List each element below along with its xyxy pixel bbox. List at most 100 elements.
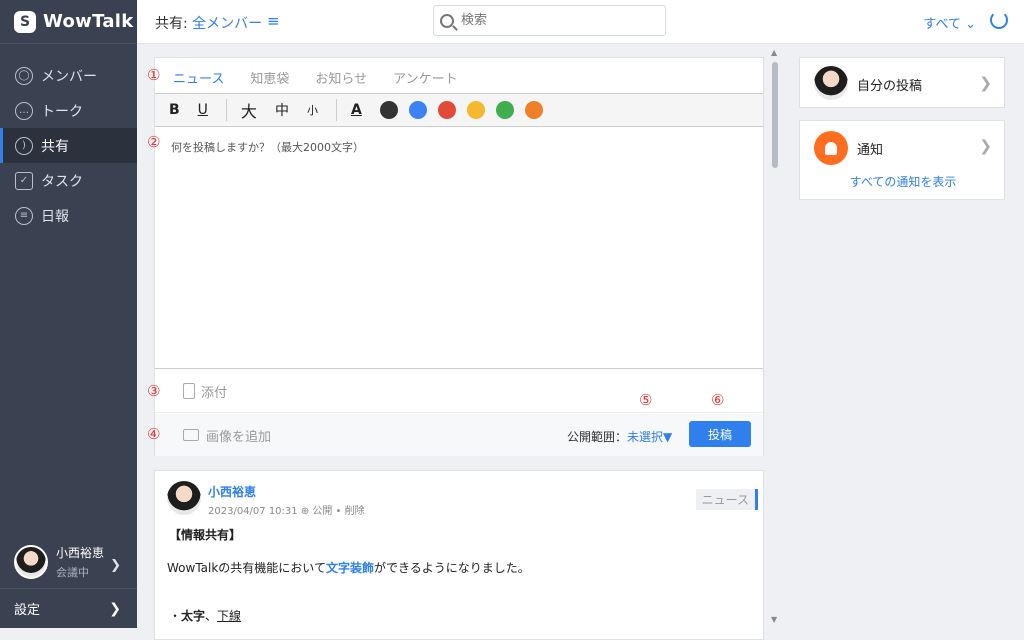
search-icon [440, 13, 454, 28]
marker-4: ④ [147, 425, 161, 443]
underline-button[interactable]: U [198, 102, 208, 118]
editor-placeholder: 何を投稿しますか？（最大2000文字） [171, 141, 364, 154]
feed-icon: ) [15, 136, 33, 155]
sidebar-item-label: トーク [41, 103, 83, 120]
my-posts-card[interactable]: 自分の投稿 ❯ [799, 57, 1005, 108]
text-color-button[interactable]: A [351, 102, 362, 118]
all-notifications-link[interactable]: すべての通知を表示 [800, 173, 1006, 190]
toolbar-divider [225, 99, 227, 121]
my-posts-label: 自分の投稿 [857, 79, 923, 94]
tab-announcement[interactable]: お知らせ [315, 68, 367, 87]
post-text-editor[interactable]: ② 何を投稿しますか？（最大2000文字） [147, 127, 763, 369]
file-icon [183, 383, 195, 399]
scroll-thumb[interactable] [772, 62, 778, 168]
topbar: 共有: 全メンバー ≡ すべて ⌄ [137, 0, 1024, 44]
share-scope-label: 共有: [155, 16, 188, 32]
avatar[interactable] [167, 481, 201, 515]
post-list-item: ・太字、下線 [169, 607, 241, 624]
underline-sample: 下線 [217, 609, 242, 623]
sidebar-item-talk[interactable]: … トーク [0, 93, 137, 128]
search-box[interactable] [433, 5, 666, 36]
attach-label: 添付 [201, 385, 228, 401]
app-name: WowTalk [43, 11, 134, 32]
post-body-text: WowTalkの共有機能において [167, 561, 326, 575]
settings-label: 設定 [14, 603, 41, 618]
bell-icon [814, 131, 848, 165]
chevron-right-icon[interactable]: ❯ [979, 137, 992, 155]
color-orange[interactable] [524, 101, 543, 119]
scroll-up-arrow[interactable]: ▲ [771, 48, 777, 57]
share-scope[interactable]: 共有: 全メンバー [155, 13, 262, 33]
marker-5: ⑤ [639, 391, 653, 409]
color-yellow[interactable] [466, 101, 485, 119]
marker-2: ② [147, 133, 161, 151]
chevron-down-icon: ⌄ [965, 17, 976, 32]
sidebar-item-label: タスク [41, 173, 83, 190]
post-author[interactable]: 小西裕恵 [208, 483, 256, 500]
sidebar-item-label: 日報 [41, 208, 69, 225]
settings-button[interactable]: 設定 ❯ [0, 588, 137, 628]
post-body-text: ができるようになりました。 [373, 561, 530, 575]
add-image-button[interactable]: 画像を追加 [206, 426, 271, 445]
marker-6: ⑥ [711, 391, 725, 409]
bold-button[interactable]: B [169, 102, 180, 118]
color-green[interactable] [495, 101, 514, 119]
marker-1: ① [147, 66, 161, 84]
image-icon[interactable] [183, 429, 199, 441]
color-blue[interactable] [408, 101, 427, 119]
share-scope-value[interactable]: 全メンバー [192, 16, 262, 32]
visibility-value[interactable]: 未選択▼ [627, 430, 672, 444]
filter-icon[interactable]: ≡ [267, 13, 285, 29]
wowtalk-logo-icon: S [14, 10, 36, 33]
sidebar: S WowTalk ◯ メンバー … トーク ) 共有 ✓ タスク ≡ 日報 小… [0, 0, 137, 628]
post-composer: ① ニュース 知恵袋 お知らせ アンケート B U 大 中 小 A ② 何を投稿… [147, 57, 764, 456]
post-category-badge: ニュース [695, 489, 758, 510]
sidebar-item-task[interactable]: ✓ タスク [0, 163, 137, 198]
refresh-icon[interactable] [990, 11, 1008, 29]
list-separator: 、 [205, 609, 218, 623]
current-user[interactable]: 小西裕恵 会議中 ❯ [0, 536, 137, 588]
clipboard-icon: ✓ [15, 171, 33, 190]
post-type-tabs: ニュース 知恵袋 お知らせ アンケート [173, 68, 458, 87]
post-heading: 【情報共有】 [169, 528, 242, 542]
post-button[interactable]: 投稿 [689, 421, 751, 447]
visibility-selector[interactable]: 公開範囲：未選択▼ [567, 428, 672, 445]
tab-survey[interactable]: アンケート [393, 68, 457, 87]
post-meta: 2023/04/07 10:31 ⊕ 公開 • 削除 [208, 506, 365, 517]
notifications-label[interactable]: 通知 [857, 139, 883, 158]
sidebar-item-report[interactable]: ≡ 日報 [0, 198, 137, 233]
post-body: WowTalkの共有機能において文字装飾ができるようになりました。 [167, 559, 530, 576]
sidebar-item-label: 共有 [41, 138, 69, 155]
scroll-down-arrow[interactable]: ▼ [771, 615, 777, 624]
app-logo[interactable]: S WowTalk [0, 0, 137, 44]
feed-filter-dropdown[interactable]: すべて ⌄ [923, 13, 976, 32]
post-body-highlight: 文字装飾 [325, 561, 374, 575]
avatar [14, 545, 48, 579]
feed-scrollbar[interactable]: ▲ ▼ [770, 48, 780, 628]
feed-post: 小西裕恵 2023/04/07 10:31 ⊕ 公開 • 削除 ニュース 【情報… [154, 470, 764, 640]
notifications-card: 通知 ❯ すべての通知を表示 [799, 120, 1005, 200]
chevron-right-icon: ❯ [109, 600, 121, 617]
toolbar-divider [335, 99, 337, 121]
user-status: 会議中 [56, 566, 89, 579]
color-black[interactable] [379, 101, 398, 119]
attach-file-button[interactable]: ③ 添付 [147, 370, 763, 413]
font-medium-button[interactable]: 中 [275, 100, 289, 120]
feed-filter-label: すべて [923, 17, 961, 32]
search-input[interactable] [459, 12, 639, 29]
report-icon: ≡ [15, 206, 33, 225]
chat-icon: … [15, 101, 33, 120]
font-small-button[interactable]: 小 [307, 102, 318, 118]
tab-news[interactable]: ニュース [173, 68, 224, 87]
bold-sample: 太字 [181, 609, 206, 623]
marker-3: ③ [147, 382, 161, 400]
tab-knowledge[interactable]: 知恵袋 [250, 68, 289, 87]
user-name: 小西裕恵 [56, 546, 105, 560]
sidebar-item-label: メンバー [41, 68, 97, 85]
font-large-button[interactable]: 大 [241, 98, 257, 122]
color-red[interactable] [437, 101, 456, 119]
sidebar-item-share[interactable]: ) 共有 [0, 128, 137, 163]
sidebar-item-members[interactable]: ◯ メンバー [0, 58, 137, 93]
list-bullet: ・ [169, 609, 182, 623]
sidebar-nav: ◯ メンバー … トーク ) 共有 ✓ タスク ≡ 日報 [0, 58, 137, 233]
